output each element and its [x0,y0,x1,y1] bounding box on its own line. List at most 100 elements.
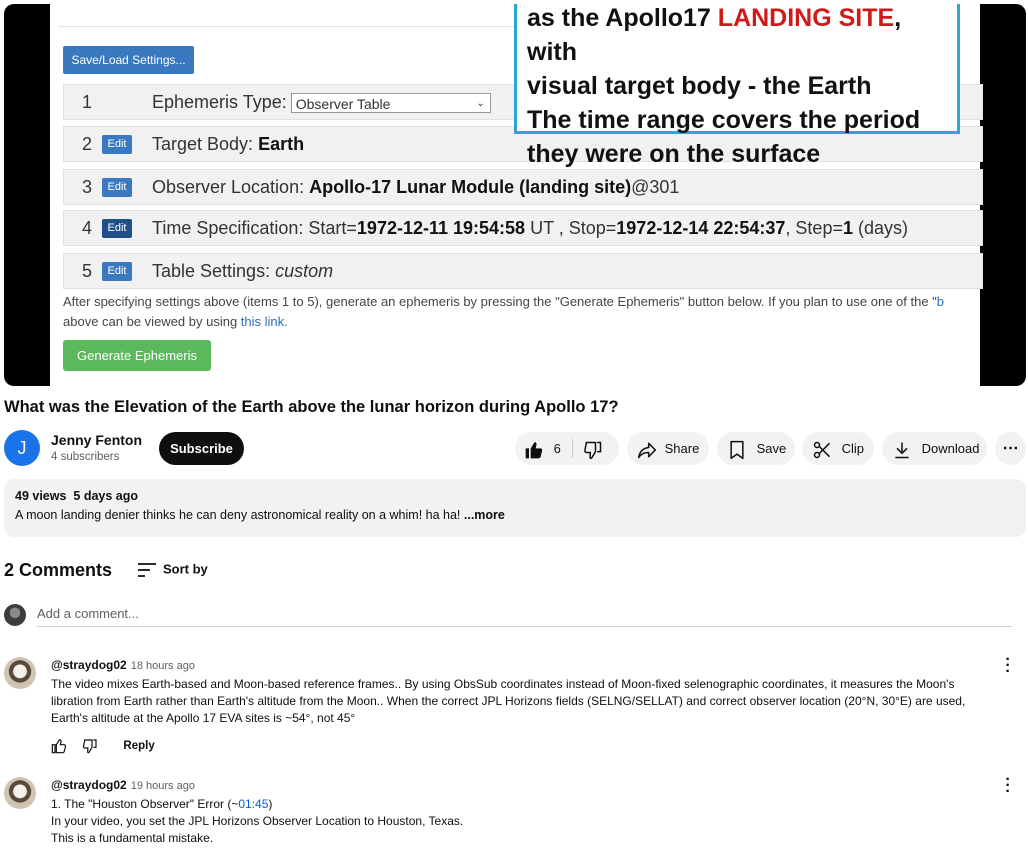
callout-box: as the Apollo17 LANDING SITE, with visua… [514,4,960,168]
input-underline [37,626,1012,627]
like-button[interactable]: 6 [524,432,561,465]
more-horiz-icon: ⋯ [1002,440,1019,457]
sort-icon [138,563,156,577]
subscriber-count: 4 subscribers [51,451,120,463]
comment-line: 1. The "Houston Observer" Error (~01:45) [51,796,1011,813]
callout-line-3: The time range covers the period [527,106,921,134]
callout-line-1: as the Apollo17 LANDING SITE, with [527,4,947,69]
sort-by-button[interactable]: Sort by [137,561,208,579]
edit-button: Edit [102,135,132,154]
ephemeris-type-select: Observer Table ⌄ [290,93,491,114]
edit-button: Edit [102,219,132,238]
sort-label: Sort by [163,561,208,577]
comment-time[interactable]: 18 hours ago [131,660,195,672]
step-text: Target Body: Earth [152,134,304,155]
comment-like-button[interactable] [51,739,67,754]
thumbs-down-icon [83,739,97,754]
view-meta: 49 views 5 days ago [15,489,1015,503]
download-label: Download [921,441,980,456]
step-label: Time Specification: Start= [152,218,357,238]
step-text: Ephemeris Type: Observer Table ⌄ [152,92,491,114]
step-text: Time Specification: Start=1972-12-11 19:… [152,218,908,239]
add-comment-input[interactable]: Add a comment... [37,606,139,621]
comment-author[interactable]: @straydog02 [51,658,127,672]
time-specification-row: 4 Edit Time Specification: Start=1972-12… [63,210,983,246]
step-label: Ephemeris Type: [152,92,287,112]
clip-label: Clip [841,441,865,456]
save-load-settings-button: Save/Load Settings... [63,46,194,74]
stop-time: 1972-12-14 22:54:37 [616,218,786,238]
scissors-icon [813,441,831,458]
show-more-link[interactable]: ...more [464,508,505,522]
thumbs-up-icon [525,441,543,458]
step-label: Table Settings: [152,261,271,281]
callout-line-2: visual target body - the Earth [527,72,872,100]
thumbs-down-icon [584,441,602,459]
comment-segment: ) [268,797,273,811]
select-value: Observer Table [295,96,391,113]
callout-text: as the Apollo17 [527,4,718,32]
step-number: 3 [82,177,93,197]
instructions-line-2: above can be viewed by using [63,314,241,329]
more-actions-button[interactable]: ⋯ [995,432,1026,465]
step-unit: (days) [852,218,908,238]
description-box[interactable]: 49 views 5 days ago A moon landing denie… [4,479,1026,537]
comment-line: The video mixes Earth-based and Moon-bas… [51,677,955,691]
step-label: Observer Location: [152,177,305,197]
divider [572,439,573,458]
like-dislike-group: 6 [515,432,619,465]
channel-name[interactable]: Jenny Fenton [51,432,142,448]
save-button[interactable]: Save [717,432,795,465]
this-link: this link. [240,314,288,329]
chevron-down-icon: ⌄ [476,98,485,110]
share-label: Share [664,441,700,456]
commenter-avatar[interactable] [4,657,36,689]
user-avatar [4,604,26,626]
reply-button[interactable]: Reply [123,740,154,752]
share-button[interactable]: Share [627,432,709,465]
table-settings-row: 5 Edit Table Settings: custom [63,253,983,289]
step-text: Table Settings: custom [152,261,333,282]
step-value: custom [275,261,334,281]
step-number: 4 [82,218,93,238]
step-label-2: , Step= [785,218,843,238]
comment-line: libration from Earth rather than Earth's… [51,694,966,708]
comment-menu-icon[interactable]: · · · [1001,772,1015,800]
video-player[interactable]: Save/Load Settings... 1 Ephemeris Type: O… [4,4,1026,386]
step-text: Observer Location: Apollo-17 Lunar Modul… [152,177,679,198]
comment-line: Earth's altitude at the Apollo 17 EVA si… [51,711,356,725]
comment-actions: Reply [51,738,155,754]
subscribe-button[interactable]: Subscribe [159,432,244,465]
commenter-avatar[interactable] [4,777,36,809]
generate-ephemeris-button: Generate Ephemeris [63,340,211,371]
instructions-text: After specifying settings above (items 1… [63,292,983,332]
step-value: Apollo-17 Lunar Module (landing site) [309,177,632,197]
comment-time[interactable]: 19 hours ago [131,780,195,792]
step-number: 5 [82,261,93,281]
instructions-link-b: b [936,294,945,309]
step-value: Earth [258,134,305,154]
comment-dislike-button[interactable] [82,739,98,754]
step-number: 2 [82,134,93,154]
channel-avatar[interactable]: J [4,430,40,466]
video-frame: Save/Load Settings... 1 Ephemeris Type: O… [50,4,983,386]
start-time: 1972-12-11 19:54:58 [356,218,526,238]
comment-menu-icon[interactable]: · · · [1001,652,1015,680]
instructions-line-1: After specifying settings above (items 1… [63,294,937,309]
clip-button[interactable]: Clip [802,432,874,465]
callout-line-4: they were on the surface [527,140,821,168]
bookmark-icon [730,440,744,459]
comment-timestamp-link[interactable]: 01:45 [238,797,268,811]
thumbs-up-icon [51,739,67,754]
dislike-button[interactable] [583,432,603,465]
comment-text: The video mixes Earth-based and Moon-bas… [51,676,1011,727]
download-button[interactable]: Download [882,432,987,465]
comment-author[interactable]: @straydog02 [51,778,127,792]
step-label: Target Body: [152,134,254,154]
edit-button: Edit [102,178,132,197]
callout-highlight: LANDING SITE [717,4,895,32]
description-text: A moon landing denier thinks he can deny… [15,508,1015,522]
comment-author-line: @straydog02 18 hours ago [51,658,195,672]
step-mid: UT , Stop= [525,218,617,238]
divider [58,26,528,27]
